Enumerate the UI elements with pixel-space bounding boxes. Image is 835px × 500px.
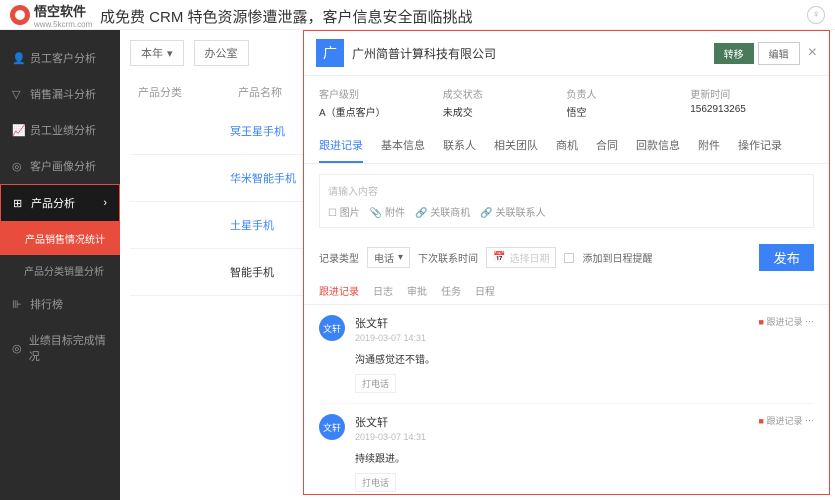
tab-contacts[interactable]: 联系人 [443, 129, 476, 163]
transfer-button[interactable]: 转移 [714, 43, 754, 64]
logo-sub: www.5kcrm.com [34, 20, 92, 29]
tab-basic[interactable]: 基本信息 [381, 129, 425, 163]
entry-avatar: 文轩 [319, 315, 345, 341]
sidebar-sub-category[interactable]: 产品分类销量分析 [0, 255, 120, 286]
record-type-select[interactable]: 电话▾ [367, 247, 410, 268]
subtab-followup[interactable]: 跟进记录 [319, 283, 359, 298]
tab-attachment[interactable]: 附件 [698, 129, 720, 163]
modal-tabs: 跟进记录 基本信息 联系人 相关团队 商机 合同 回款信息 附件 操作记录 [304, 129, 829, 164]
entry-list: 文轩 张文轩 2019-03-07 14:31 沟通感觉还不错。 打电话 ■ 跟… [304, 305, 829, 494]
logo: 悟空软件 www.5kcrm.com [10, 1, 92, 29]
sidebar-item-funnel[interactable]: ▽销售漏斗分析 [0, 76, 120, 112]
tab-followup[interactable]: 跟进记录 [319, 129, 363, 163]
next-contact-date[interactable]: 📅选择日期 [486, 247, 556, 268]
logo-name: 悟空软件 [34, 1, 92, 20]
link-opp-tool[interactable]: 🔗 关联商机 [415, 204, 470, 219]
edit-button[interactable]: 编辑 [758, 42, 800, 65]
col-category: 产品分类 [138, 84, 238, 100]
calendar-icon: 📅 [493, 252, 505, 263]
sidebar-item-performance[interactable]: 📈员工业绩分析 [0, 112, 120, 148]
sidebar-sub-sales[interactable]: 产品销售情况统计 [0, 222, 120, 255]
portrait-icon: ◎ [12, 160, 24, 172]
chart-icon: 📈 [12, 124, 24, 136]
funnel-icon: ▽ [12, 88, 24, 100]
link-contact-tool[interactable]: 🔗 关联联系人 [480, 204, 545, 219]
publish-button[interactable]: 发布 [759, 244, 814, 271]
chevron-down-icon: ▾ [398, 252, 403, 263]
company-avatar: 广 [316, 39, 344, 67]
tab-payment[interactable]: 回款信息 [636, 129, 680, 163]
dept-filter[interactable]: 办公室 [194, 40, 249, 66]
tab-team[interactable]: 相关团队 [494, 129, 538, 163]
sidebar-item-product[interactable]: ⊞产品分析› [0, 184, 120, 222]
subtab-task[interactable]: 任务 [441, 283, 461, 298]
content-input[interactable]: 请输入内容 ☐ 图片 📎 附件 🔗 关联商机 🔗 关联联系人 [319, 174, 814, 228]
call-action[interactable]: 打电话 [355, 374, 396, 393]
target-icon: ◎ [12, 342, 23, 354]
sidebar: 👤员工客户分析 ▽销售漏斗分析 📈员工业绩分析 ◎客户画像分析 ⊞产品分析› 产… [0, 30, 120, 500]
close-icon[interactable]: × [808, 44, 817, 62]
sidebar-item-target[interactable]: ◎业绩目标完成情况 [0, 322, 120, 374]
subtab-schedule[interactable]: 日程 [475, 283, 495, 298]
chevron-right-icon: › [103, 197, 107, 209]
image-tool[interactable]: ☐ 图片 [328, 204, 360, 219]
subtab-approval[interactable]: 审批 [407, 283, 427, 298]
followup-entry: 文轩 张文轩 2019-03-07 14:31 持续跟进。 打电话 ■ 跟进记录… [319, 404, 814, 494]
call-action[interactable]: 打电话 [355, 473, 396, 492]
tab-log[interactable]: 操作记录 [738, 129, 782, 163]
schedule-checkbox[interactable] [564, 253, 574, 263]
col-name: 产品名称 [238, 84, 282, 100]
logo-icon [10, 5, 30, 25]
grid-icon: ⊞ [13, 197, 25, 209]
tab-opportunity[interactable]: 商机 [556, 129, 578, 163]
tab-contract[interactable]: 合同 [596, 129, 618, 163]
followup-entry: 文轩 张文轩 2019-03-07 14:31 沟通感觉还不错。 打电话 ■ 跟… [319, 305, 814, 404]
attach-tool[interactable]: 📎 附件 [370, 204, 405, 219]
customer-modal: 广 广州简普计算科技有限公司 转移 编辑 × 客户级别A（重点客户） 成交状态未… [303, 30, 830, 495]
entry-avatar: 文轩 [319, 414, 345, 440]
subtab-log[interactable]: 日志 [373, 283, 393, 298]
sidebar-item-customer[interactable]: 👤员工客户分析 [0, 40, 120, 76]
company-name: 广州简普计算科技有限公司 [352, 45, 710, 62]
user-icon[interactable]: ♀ [807, 6, 825, 24]
period-filter[interactable]: 本年▾ [130, 40, 184, 66]
user-icon: 👤 [12, 52, 24, 64]
chevron-down-icon: ▾ [167, 47, 173, 60]
sidebar-item-ranking[interactable]: ⊪排行榜 [0, 286, 120, 322]
headline-text: 成免费 CRM 特色资源惨遭泄露，客户信息安全面临挑战 [100, 6, 473, 27]
bars-icon: ⊪ [12, 298, 24, 310]
sidebar-item-portrait[interactable]: ◎客户画像分析 [0, 148, 120, 184]
